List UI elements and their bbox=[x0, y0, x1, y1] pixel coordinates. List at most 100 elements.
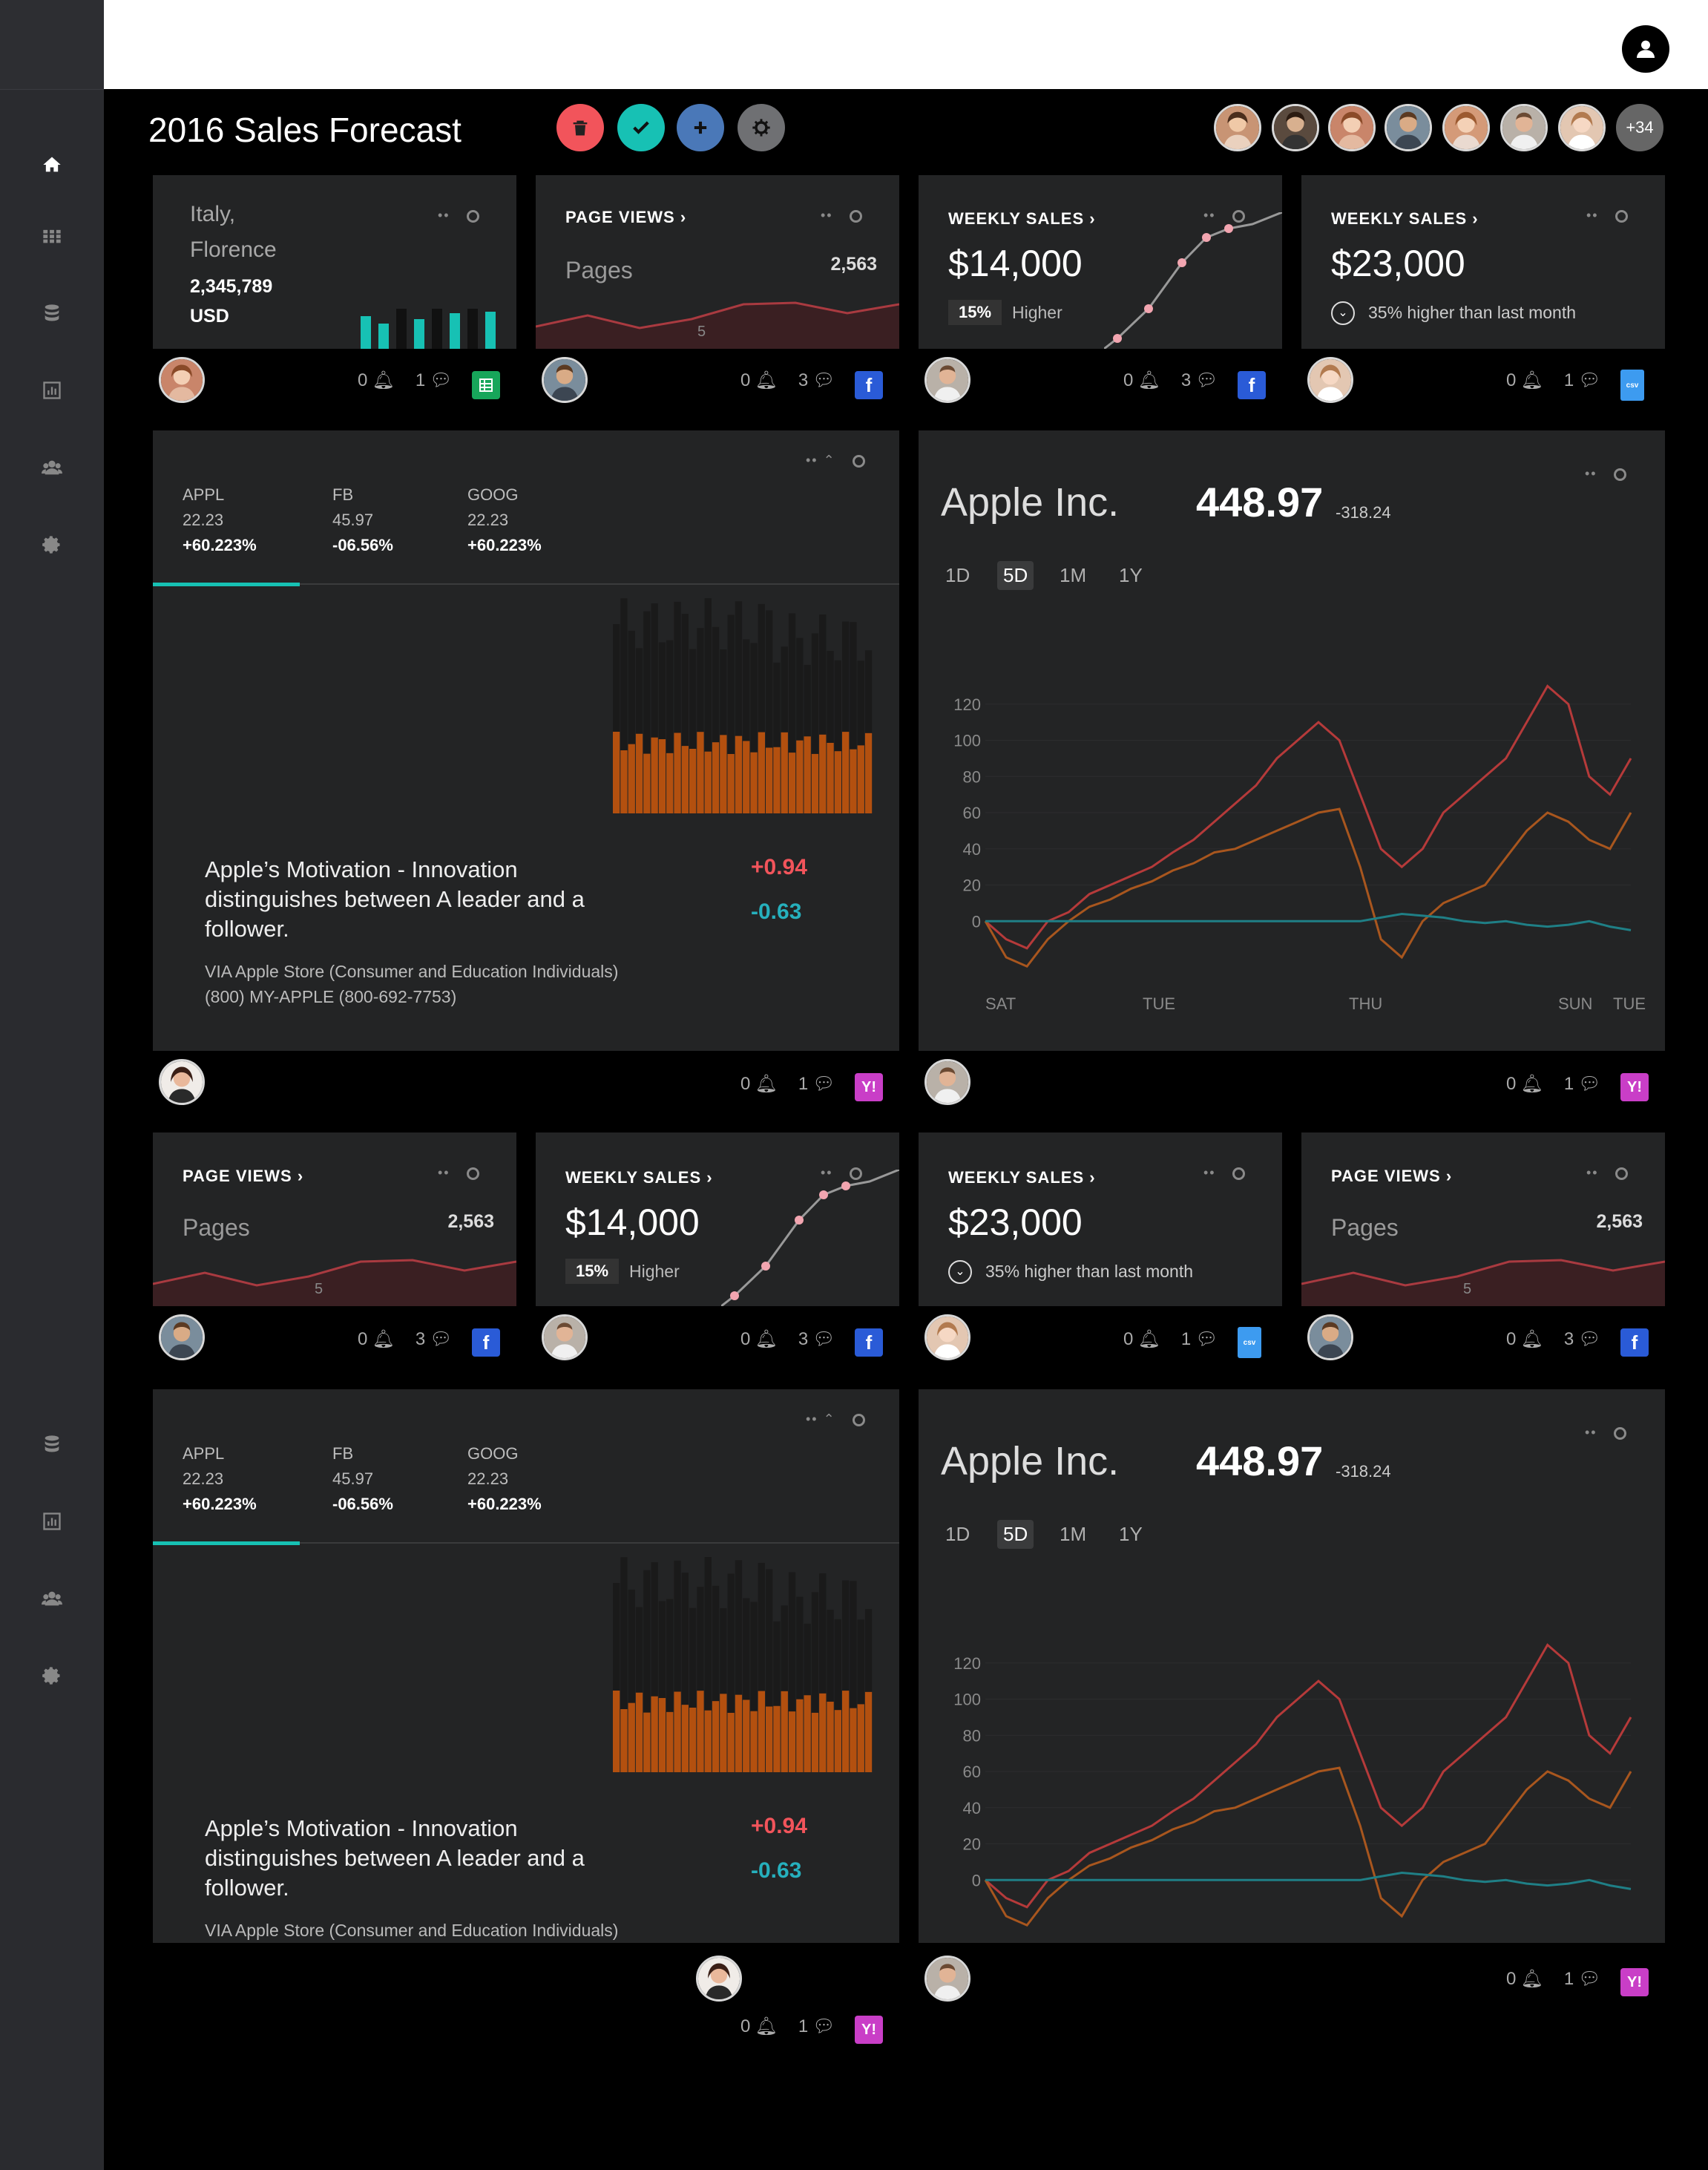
add-button[interactable] bbox=[677, 104, 724, 151]
team-avatar[interactable] bbox=[1272, 104, 1319, 151]
comment-icon[interactable]: 💬︎ bbox=[1578, 1073, 1600, 1095]
ticker-tab[interactable]: APPL 22.23 +60.223% bbox=[183, 482, 257, 558]
team-avatar[interactable] bbox=[1214, 104, 1261, 151]
author-avatar[interactable] bbox=[159, 1314, 205, 1360]
bar-chart-icon[interactable] bbox=[39, 1508, 65, 1535]
home-icon[interactable] bbox=[39, 151, 65, 178]
yahoo-icon[interactable]: Y! bbox=[855, 2016, 883, 2044]
weekly-sales-card[interactable]: WEEKLY SALES › •• $23,000 ⌄ 35% higher t… bbox=[1301, 175, 1665, 349]
team-more-badge[interactable]: +34 bbox=[1616, 104, 1663, 151]
range-1d-button[interactable]: 1D bbox=[945, 1523, 970, 1546]
bell-icon[interactable]: 🔔︎ bbox=[1137, 370, 1160, 391]
author-avatar[interactable] bbox=[542, 357, 588, 403]
author-avatar[interactable] bbox=[696, 1956, 742, 2002]
team-avatar[interactable] bbox=[1558, 104, 1606, 151]
weekly-sales-card[interactable]: WEEKLY SALES › •• $14,000 15% Higher bbox=[919, 175, 1282, 349]
card-controls[interactable]: •• bbox=[1203, 1165, 1245, 1181]
csv-file-icon[interactable]: csv bbox=[1620, 370, 1644, 401]
comment-icon[interactable]: 💬︎ bbox=[1578, 1968, 1600, 1990]
sheets-icon[interactable] bbox=[472, 371, 500, 399]
author-avatar[interactable] bbox=[159, 1059, 205, 1105]
range-1d-button[interactable]: 1D bbox=[945, 564, 970, 587]
page-views-card[interactable]: PAGE VIEWS › •• Pages 2,563 5 bbox=[536, 175, 899, 349]
team-avatar[interactable] bbox=[1328, 104, 1376, 151]
author-avatar[interactable] bbox=[1307, 357, 1353, 403]
csv-file-icon[interactable]: csv bbox=[1238, 1327, 1261, 1358]
card-controls[interactable]: •• bbox=[438, 208, 479, 223]
card-controls[interactable]: •• bbox=[821, 208, 862, 223]
card-controls[interactable]: •• bbox=[1586, 208, 1628, 223]
author-avatar[interactable] bbox=[924, 1059, 970, 1105]
range-5d-button[interactable]: 5D bbox=[997, 561, 1034, 590]
ticker-tab[interactable]: GOOG 22.23 +60.223% bbox=[467, 1441, 542, 1517]
bell-icon[interactable]: 🔔︎ bbox=[372, 370, 394, 391]
comment-icon[interactable]: 💬︎ bbox=[812, 1073, 835, 1095]
comment-icon[interactable]: 💬︎ bbox=[1195, 370, 1218, 391]
comment-icon[interactable]: 💬︎ bbox=[812, 370, 835, 391]
facebook-icon[interactable]: f bbox=[472, 1328, 500, 1357]
comment-icon[interactable]: 💬︎ bbox=[1578, 1328, 1600, 1350]
bell-icon[interactable]: 🔔︎ bbox=[372, 1328, 394, 1350]
confirm-button[interactable] bbox=[617, 104, 665, 151]
comment-icon[interactable]: 💬︎ bbox=[812, 1328, 835, 1350]
card-controls[interactable]: •• bbox=[1585, 1425, 1626, 1440]
page-views-card[interactable]: PAGE VIEWS › •• Pages 2,563 5 bbox=[1301, 1132, 1665, 1306]
team-avatar[interactable] bbox=[1500, 104, 1548, 151]
card-controls[interactable]: •• bbox=[1586, 1165, 1628, 1181]
page-views-card[interactable]: PAGE VIEWS › •• Pages 2,563 5 bbox=[153, 1132, 516, 1306]
chevron-down-icon[interactable]: ⌄ bbox=[1331, 301, 1355, 325]
comment-icon[interactable]: 💬︎ bbox=[430, 1328, 452, 1350]
grid-icon[interactable] bbox=[39, 223, 65, 249]
comment-icon[interactable]: 💬︎ bbox=[430, 370, 452, 391]
comment-icon[interactable]: 💬︎ bbox=[1195, 1328, 1218, 1350]
range-1m-button[interactable]: 1M bbox=[1060, 1523, 1086, 1546]
database-icon[interactable] bbox=[39, 1431, 65, 1458]
author-avatar[interactable] bbox=[924, 357, 970, 403]
weekly-sales-card[interactable]: WEEKLY SALES › •• $23,000 ⌄ 35% higher t… bbox=[919, 1132, 1282, 1306]
delete-button[interactable] bbox=[556, 104, 604, 151]
user-menu-button[interactable] bbox=[1622, 25, 1669, 73]
ticker-tab[interactable]: FB 45.97 -06.56% bbox=[332, 482, 393, 558]
card-controls[interactable]: •• ⌃ bbox=[806, 1412, 865, 1427]
range-1y-button[interactable]: 1Y bbox=[1119, 1523, 1143, 1546]
team-avatar[interactable] bbox=[1385, 104, 1432, 151]
comment-icon[interactable]: 💬︎ bbox=[812, 2016, 835, 2037]
bell-icon[interactable]: 🔔︎ bbox=[1520, 1968, 1543, 1990]
bell-icon[interactable]: 🔔︎ bbox=[1520, 1073, 1543, 1095]
users-icon[interactable] bbox=[39, 1585, 65, 1612]
yahoo-icon[interactable]: Y! bbox=[1620, 1968, 1649, 1996]
bell-icon[interactable]: 🔔︎ bbox=[755, 370, 777, 391]
author-avatar[interactable] bbox=[159, 357, 205, 403]
bell-icon[interactable]: 🔔︎ bbox=[755, 1328, 777, 1350]
range-1y-button[interactable]: 1Y bbox=[1119, 564, 1143, 587]
author-avatar[interactable] bbox=[924, 1956, 970, 2002]
yahoo-icon[interactable]: Y! bbox=[855, 1073, 883, 1101]
facebook-icon[interactable]: f bbox=[1620, 1328, 1649, 1357]
bell-icon[interactable]: 🔔︎ bbox=[1520, 370, 1543, 391]
database-icon[interactable] bbox=[39, 300, 65, 327]
bell-icon[interactable]: 🔔︎ bbox=[755, 1073, 777, 1095]
team-avatar[interactable] bbox=[1442, 104, 1490, 151]
card-controls[interactable]: •• bbox=[1585, 466, 1626, 482]
facebook-icon[interactable]: f bbox=[855, 1328, 883, 1357]
author-avatar[interactable] bbox=[542, 1314, 588, 1360]
bell-icon[interactable]: 🔔︎ bbox=[755, 2016, 777, 2037]
settings-icon[interactable] bbox=[39, 1662, 65, 1689]
ticker-tab[interactable]: APPL 22.23 +60.223% bbox=[183, 1441, 257, 1517]
comment-icon[interactable]: 💬︎ bbox=[1578, 370, 1600, 391]
users-icon[interactable] bbox=[39, 454, 65, 481]
yahoo-icon[interactable]: Y! bbox=[1620, 1073, 1649, 1101]
author-avatar[interactable] bbox=[924, 1314, 970, 1360]
settings-icon[interactable] bbox=[39, 531, 65, 558]
weekly-sales-card[interactable]: WEEKLY SALES › •• $14,000 15% Higher bbox=[536, 1132, 899, 1306]
bar-chart-icon[interactable] bbox=[39, 377, 65, 404]
ticker-tab[interactable]: GOOG 22.23 +60.223% bbox=[467, 482, 542, 558]
chevron-down-icon[interactable]: ⌄ bbox=[948, 1260, 972, 1284]
card-controls[interactable]: •• ⌃ bbox=[806, 453, 865, 468]
settings-button[interactable] bbox=[738, 104, 785, 151]
ticker-tab[interactable]: FB 45.97 -06.56% bbox=[332, 1441, 393, 1517]
facebook-icon[interactable]: f bbox=[1238, 371, 1266, 399]
facebook-icon[interactable]: f bbox=[855, 371, 883, 399]
card-controls[interactable]: •• bbox=[438, 1165, 479, 1181]
range-5d-button[interactable]: 5D bbox=[997, 1520, 1034, 1549]
